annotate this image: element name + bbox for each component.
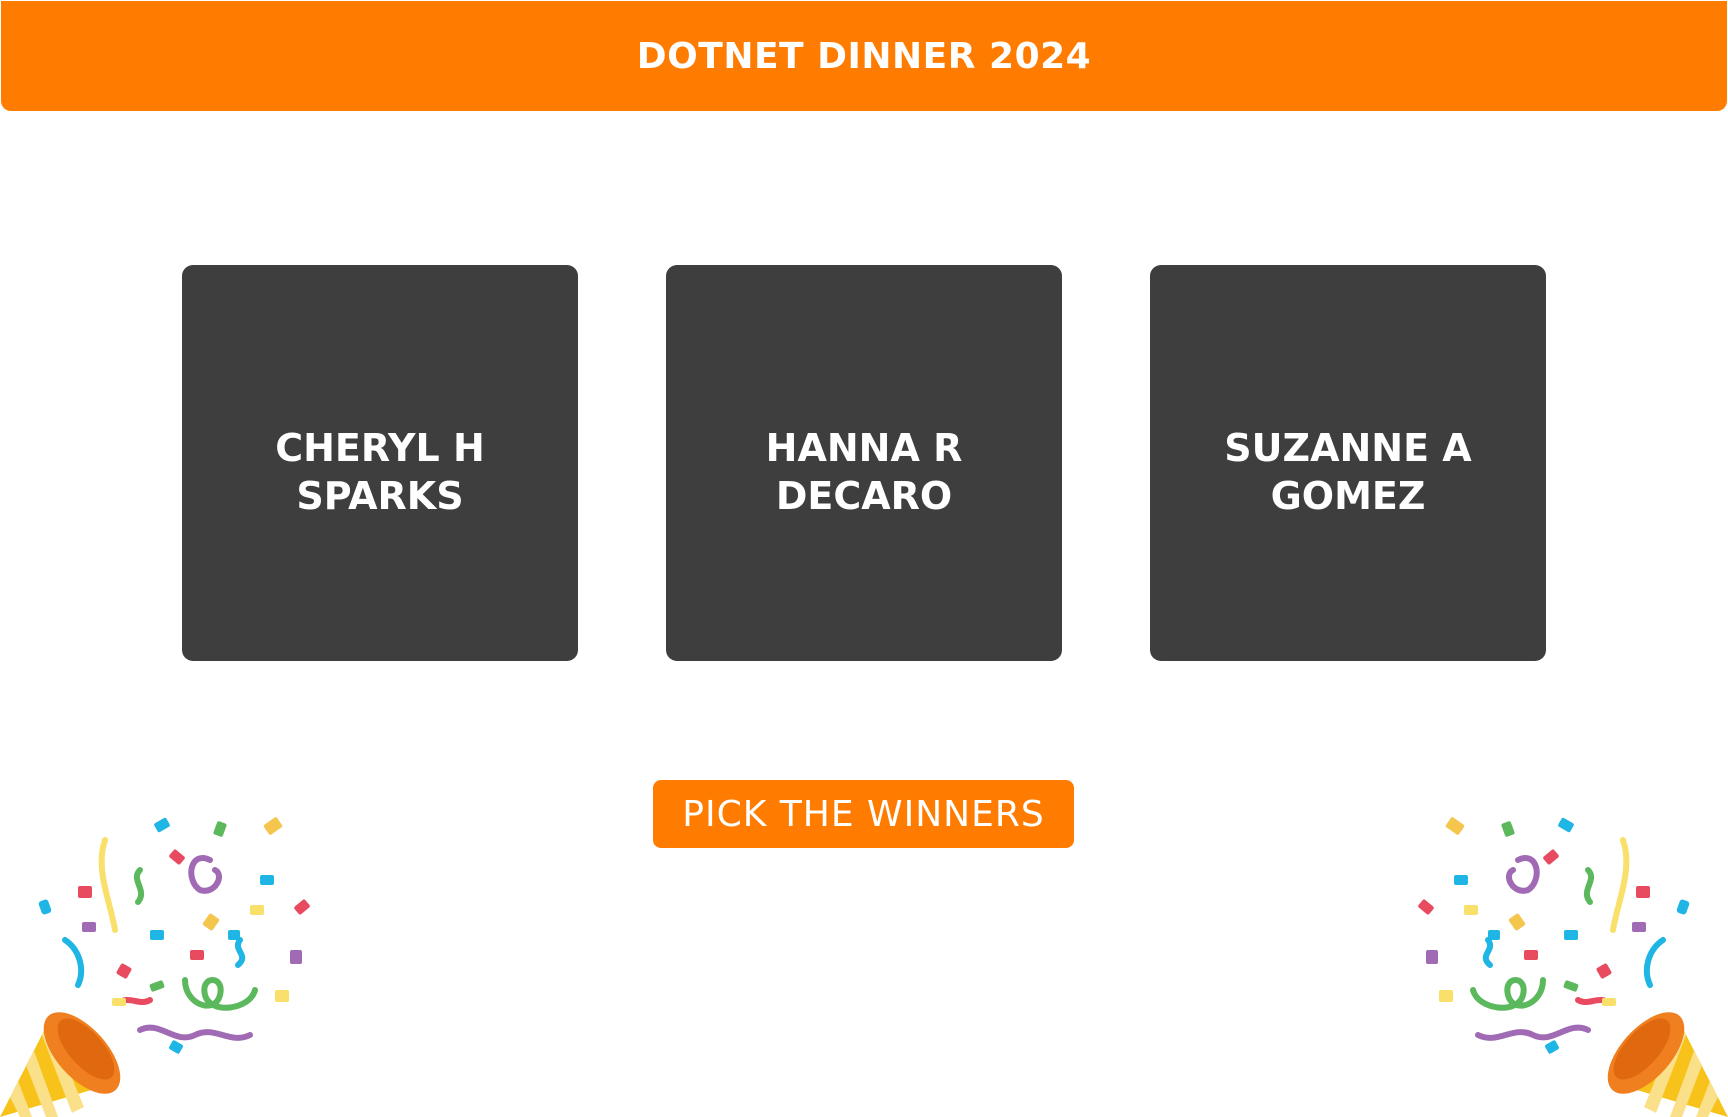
winner-card: CHERYL H SPARKS (182, 265, 578, 661)
winner-cards: CHERYL H SPARKS HANNA R DECARO SUZANNE A… (0, 265, 1728, 661)
winner-name: SUZANNE A GOMEZ (1224, 426, 1472, 518)
winner-name: CHERYL H SPARKS (275, 426, 485, 518)
pick-winners-button[interactable]: PICK THE WINNERS (653, 780, 1074, 848)
page-title: DOTNET DINNER 2024 (636, 35, 1092, 77)
winner-name: HANNA R DECARO (765, 426, 963, 518)
winner-card: HANNA R DECARO (666, 265, 1062, 661)
winner-card: SUZANNE A GOMEZ (1150, 265, 1546, 661)
title-bar: DOTNET DINNER 2024 (1, 1, 1727, 111)
party-popper-icon (0, 817, 310, 1117)
winner-picker-page: DOTNET DINNER 2024 CHERYL H SPARKS HANNA… (0, 0, 1728, 1117)
party-popper-icon (1418, 817, 1728, 1117)
